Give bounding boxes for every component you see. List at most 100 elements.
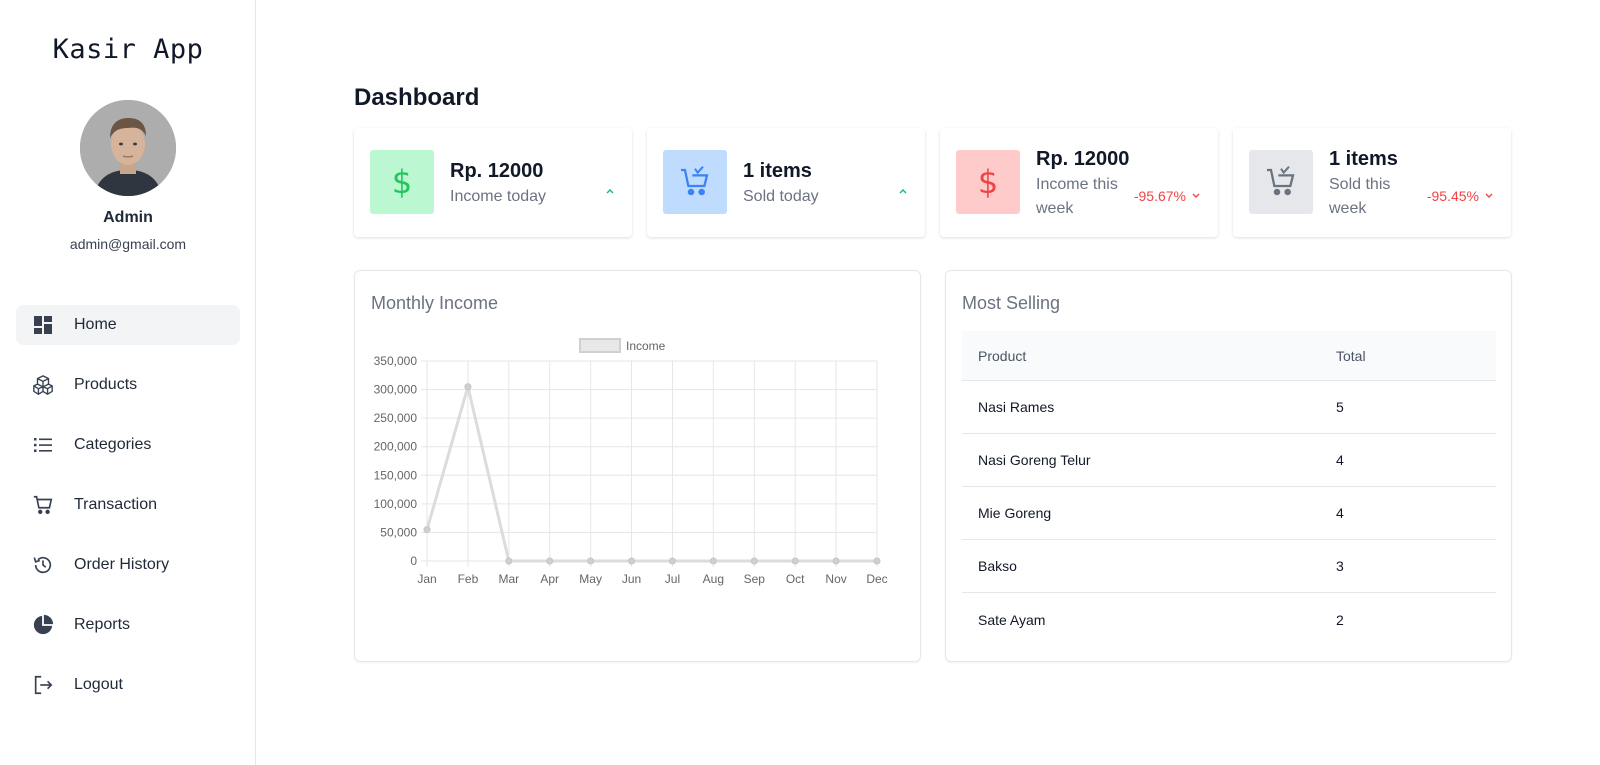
y-tick-label: 250,000 bbox=[374, 411, 418, 425]
sidebar-item-categories[interactable]: Categories bbox=[16, 425, 240, 465]
table-row: Mie Goreng 4 bbox=[962, 487, 1496, 540]
chevron-up-icon bbox=[606, 189, 614, 194]
x-tick-label: Aug bbox=[703, 572, 724, 586]
trend-down-indicator: -95.67% bbox=[1134, 188, 1200, 204]
data-point bbox=[587, 557, 595, 565]
x-tick-label: Jan bbox=[417, 572, 436, 586]
stat-value: 1 items bbox=[1329, 148, 1398, 170]
pie-chart-icon bbox=[32, 614, 54, 636]
dollar-icon: $ bbox=[370, 150, 434, 214]
sidebar-item-order-history[interactable]: Order History bbox=[16, 545, 240, 585]
sidebar-item-label: Transaction bbox=[74, 496, 157, 513]
user-email: admin@gmail.com bbox=[69, 236, 187, 252]
table-row: Nasi Goreng Telur 4 bbox=[962, 434, 1496, 487]
sidebar-item-label: Logout bbox=[74, 676, 123, 693]
y-tick-label: 200,000 bbox=[374, 440, 418, 454]
y-tick-label: 0 bbox=[410, 554, 417, 568]
total-cell: 5 bbox=[1336, 399, 1344, 415]
x-tick-label: Jul bbox=[665, 572, 680, 586]
stat-value: Rp. 12000 bbox=[1036, 148, 1130, 170]
table-row: Bakso 3 bbox=[962, 540, 1496, 593]
stat-label: Sold today bbox=[743, 188, 819, 205]
stat-card-income-week: $ Rp. 12000 Income this week -95.67% bbox=[940, 128, 1218, 237]
table-row: Nasi Rames 5 bbox=[962, 381, 1496, 434]
product-cell: Mie Goreng bbox=[978, 505, 1052, 521]
x-tick-label: Dec bbox=[866, 572, 887, 586]
data-point bbox=[423, 526, 431, 534]
column-header-product: Product bbox=[978, 347, 1027, 364]
page-title: Dashboard bbox=[354, 84, 480, 111]
sidebar-item-products[interactable]: Products bbox=[16, 365, 240, 405]
chevron-up-icon bbox=[899, 189, 907, 194]
trend-down-indicator: -95.45% bbox=[1427, 188, 1493, 204]
panel-title: Monthly Income bbox=[371, 293, 499, 313]
sidebar-item-transaction[interactable]: Transaction bbox=[16, 485, 240, 525]
x-tick-label: Sep bbox=[744, 572, 766, 586]
product-cell: Nasi Rames bbox=[978, 399, 1055, 415]
x-tick-label: Nov bbox=[825, 572, 846, 586]
sidebar-item-logout[interactable]: Logout bbox=[16, 665, 240, 705]
total-cell: 4 bbox=[1336, 505, 1344, 521]
sidebar-item-label: Order History bbox=[74, 556, 170, 573]
legend-label: Income bbox=[626, 339, 666, 353]
total-cell: 2 bbox=[1336, 611, 1344, 628]
sidebar-item-label: Reports bbox=[74, 616, 131, 633]
monthly-income-chart: 0 50,000 100,000 150,000 200,000 250,000 300,0… bbox=[374, 338, 888, 586]
main-content: Dashboard $ Rp. 12000 Income today 1 ite… bbox=[256, 0, 1600, 765]
table-header: Product Total bbox=[962, 331, 1496, 381]
product-cell: Nasi Goreng Telur bbox=[978, 452, 1091, 468]
stat-label: Income today bbox=[450, 188, 547, 205]
x-tick-label: Jun bbox=[622, 572, 641, 586]
legend-swatch[interactable] bbox=[579, 338, 621, 353]
stat-value: Rp. 12000 bbox=[450, 160, 544, 182]
y-tick-label: 100,000 bbox=[374, 497, 418, 511]
sidebar: Kasir App Admin admin@gmail.com Home Pro… bbox=[0, 0, 256, 765]
product-cell: Bakso bbox=[978, 558, 1017, 574]
app-logo: Kasir App bbox=[52, 34, 204, 65]
x-tick-label: Feb bbox=[458, 572, 479, 586]
table-row: Sate Ayam 2 bbox=[962, 593, 1496, 646]
stat-label: Income this week bbox=[1036, 176, 1118, 217]
avatar bbox=[80, 100, 176, 196]
data-point bbox=[505, 557, 513, 565]
sidebar-item-label: Categories bbox=[74, 436, 152, 453]
most-selling-panel: Most Selling Product Total Nasi Rames 5 … bbox=[945, 270, 1512, 662]
stat-card-sold-week: 1 items Sold this week -95.45% bbox=[1233, 128, 1511, 237]
trend-value: -95.45% bbox=[1426, 188, 1479, 204]
history-icon bbox=[32, 554, 54, 576]
stat-card-income-today: $ Rp. 12000 Income today bbox=[354, 128, 632, 237]
data-point bbox=[791, 557, 799, 565]
y-tick-label: 350,000 bbox=[374, 354, 418, 368]
sidebar-item-reports[interactable]: Reports bbox=[16, 605, 240, 645]
data-point bbox=[750, 557, 758, 565]
most-selling-table: Product Total Nasi Rames 5 Nasi Goreng T… bbox=[962, 331, 1496, 646]
cart-icon bbox=[663, 150, 727, 214]
chevron-down-icon bbox=[1192, 193, 1200, 198]
trend-value: -95.67% bbox=[1133, 188, 1186, 204]
y-tick-label: 50,000 bbox=[380, 525, 417, 539]
data-point bbox=[668, 557, 676, 565]
sidebar-item-home[interactable]: Home bbox=[16, 305, 240, 345]
data-point bbox=[628, 557, 636, 565]
x-tick-label: Oct bbox=[786, 572, 805, 586]
sidebar-item-label: Home bbox=[74, 316, 117, 333]
sidebar-nav: Home Products Categories Transaction Ord… bbox=[16, 305, 240, 725]
trend-up-indicator bbox=[600, 188, 614, 194]
stat-card-sold-today: 1 items Sold today bbox=[647, 128, 925, 237]
x-tick-label: May bbox=[579, 572, 602, 586]
user-name: Admin bbox=[103, 209, 153, 226]
data-point bbox=[709, 557, 717, 565]
stat-value: 1 items bbox=[743, 160, 812, 182]
data-point bbox=[873, 557, 881, 565]
total-cell: 4 bbox=[1336, 452, 1344, 468]
list-icon bbox=[32, 434, 54, 456]
stat-label: Sold this week bbox=[1329, 176, 1391, 217]
column-header-total: Total bbox=[1336, 347, 1366, 364]
app-root: Kasir App Admin admin@gmail.com Home Pro… bbox=[0, 0, 1600, 765]
data-point bbox=[832, 557, 840, 565]
panel-title: Most Selling bbox=[962, 293, 1061, 313]
data-point bbox=[464, 383, 472, 391]
y-tick-label: 300,000 bbox=[374, 383, 418, 397]
cart-icon bbox=[1249, 150, 1313, 214]
dashboard-icon bbox=[32, 314, 54, 336]
